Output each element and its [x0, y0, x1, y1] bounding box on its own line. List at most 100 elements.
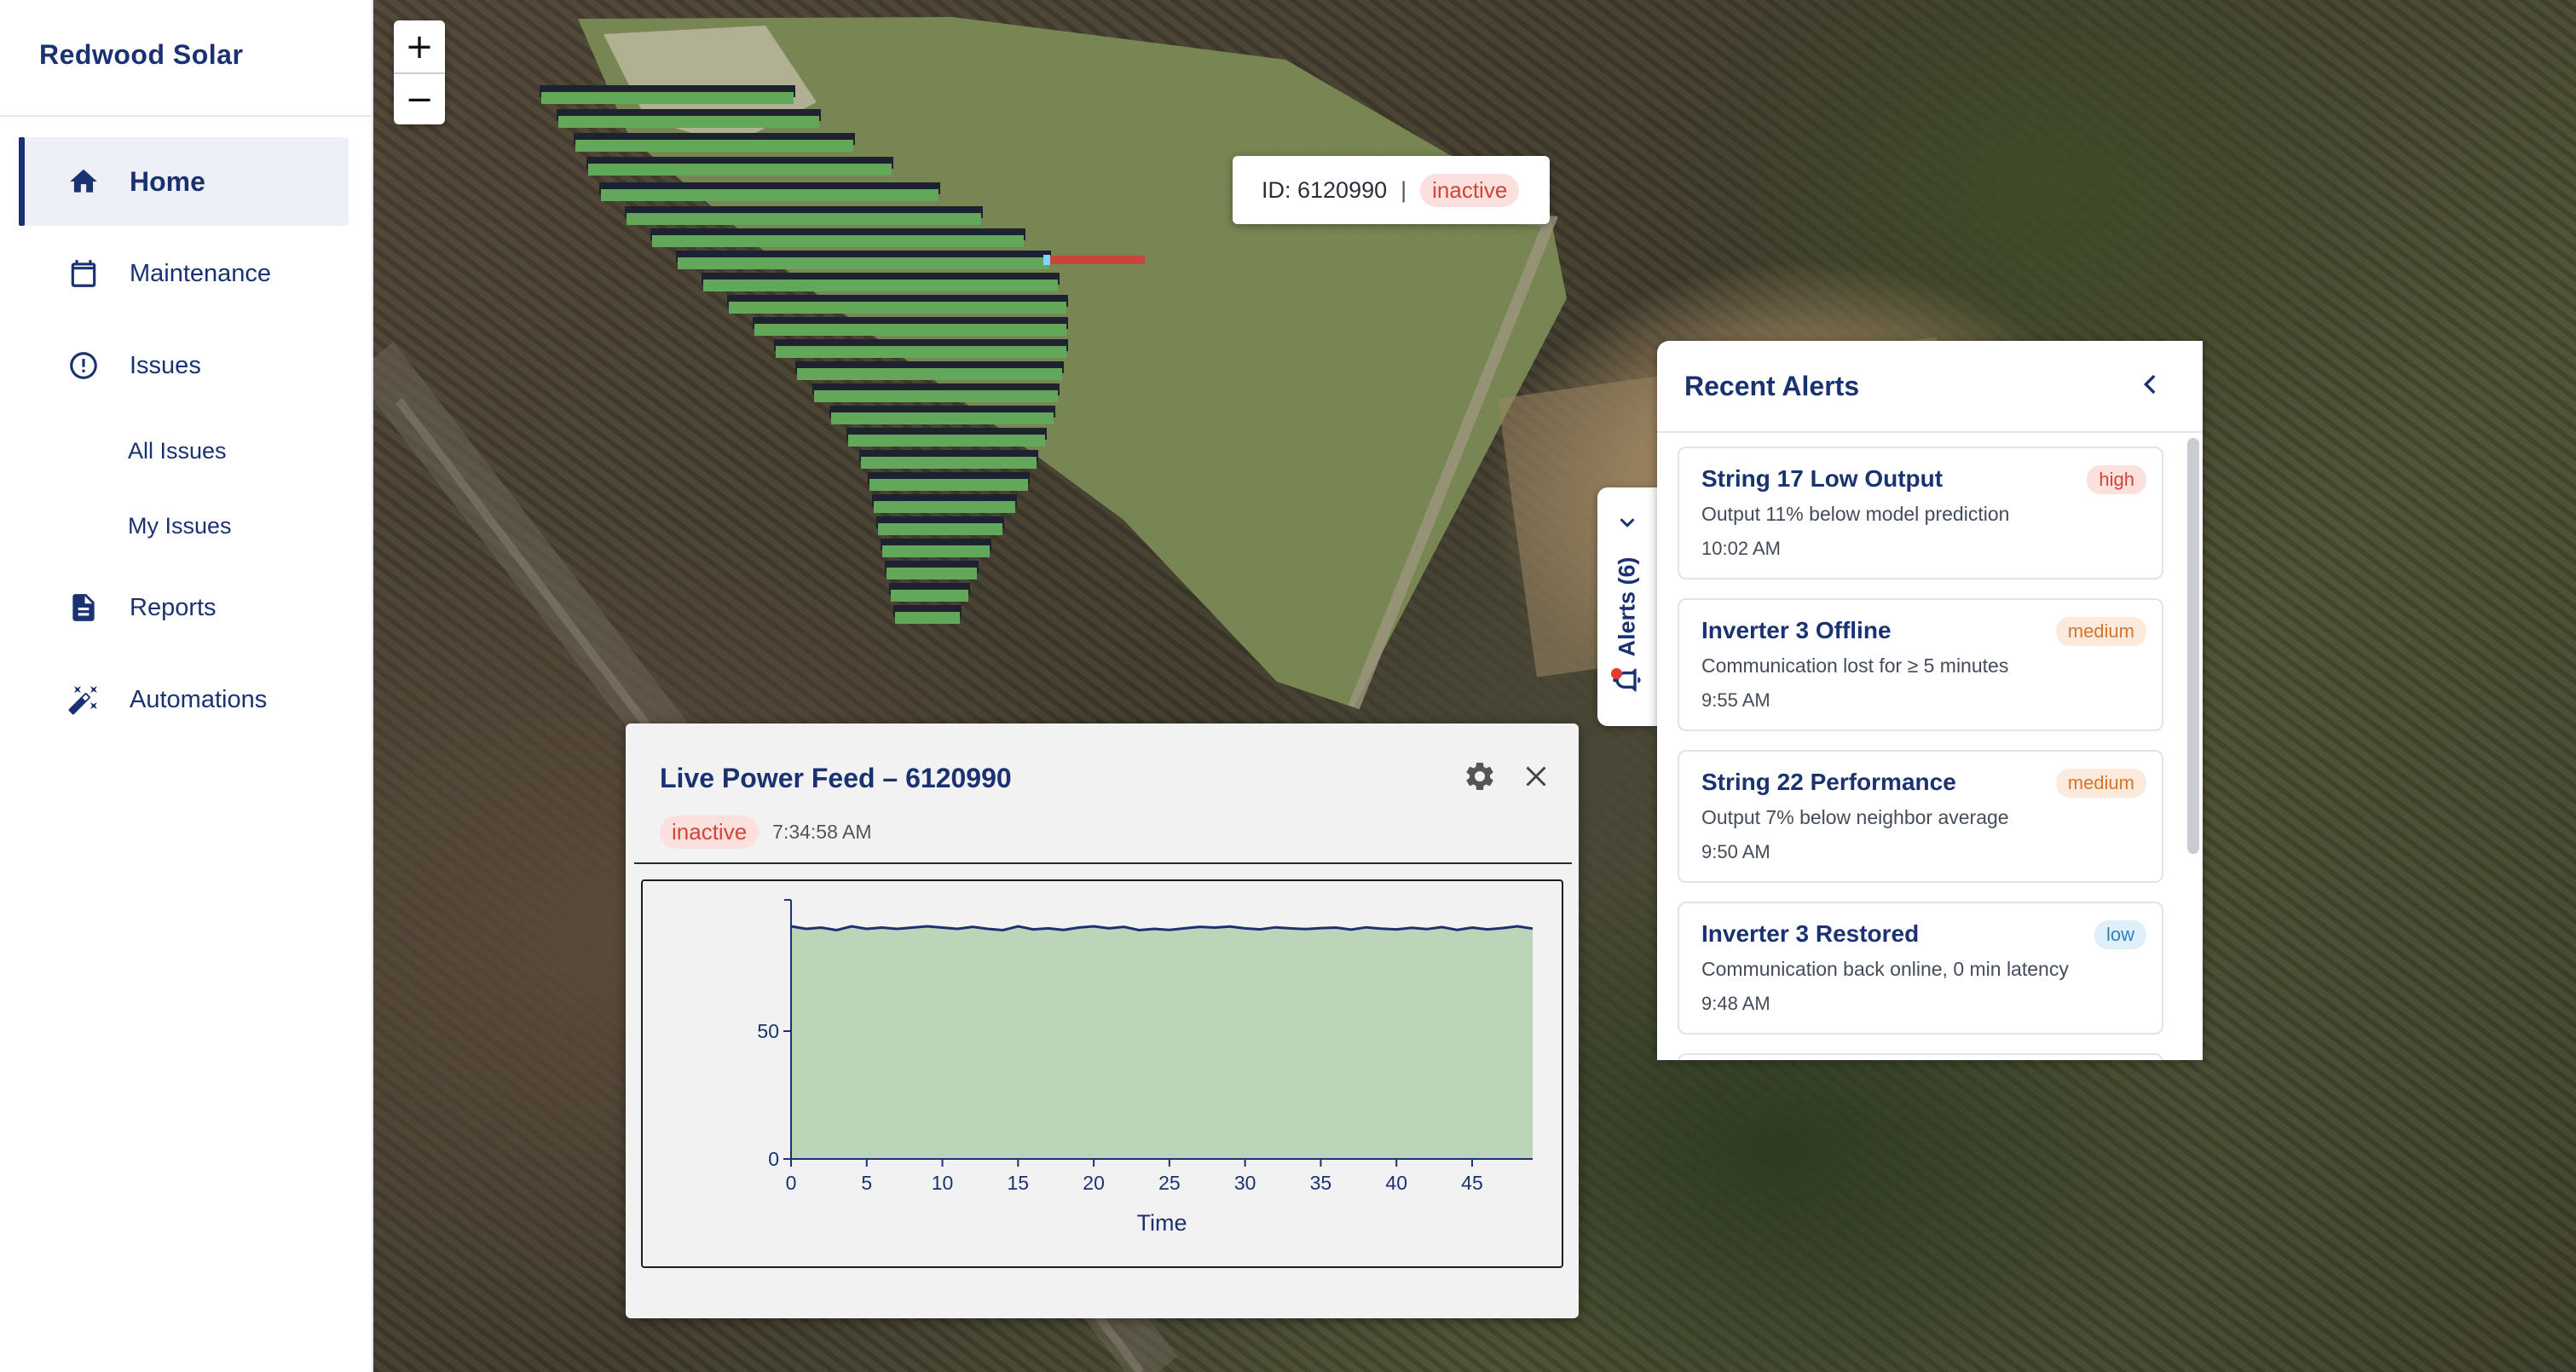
- sidebar-item-label: Maintenance: [130, 259, 272, 287]
- panel-row[interactable]: [703, 280, 1058, 291]
- x-tick-label: 5: [861, 1172, 872, 1194]
- feed-timestamp: 7:34:58 AM: [772, 821, 872, 843]
- alert-description: Output 11% below model prediction: [1701, 503, 2010, 525]
- recent-alerts-panel: Recent Alerts String 17 Low Output high …: [1657, 341, 2203, 1060]
- severity-badge: medium: [2055, 769, 2146, 798]
- panel-row[interactable]: [891, 590, 968, 602]
- panel-row[interactable]: [776, 346, 1066, 358]
- divider: [634, 862, 1572, 864]
- y-tick-label: 50: [757, 1020, 779, 1042]
- panel-row[interactable]: [652, 235, 1024, 247]
- panel-row[interactable]: [887, 568, 977, 579]
- sidebar-item-maintenance[interactable]: Maintenance: [19, 229, 349, 318]
- panel-id: ID: 6120990: [1262, 176, 1388, 203]
- live-power-feed-panel: Live Power Feed – 6120990 inactive 7:34:…: [626, 723, 1579, 1318]
- sidebar-nav: Home Maintenance Issues All Issues My Is…: [0, 117, 372, 744]
- sidebar-item-issues[interactable]: Issues: [19, 321, 349, 410]
- sidebar: Redwood Solar Home Maintenance Issues Al…: [0, 0, 373, 1372]
- panel-row[interactable]: [558, 116, 819, 128]
- chevron-down-icon: [1620, 518, 1635, 527]
- panel-row[interactable]: [878, 523, 1002, 535]
- severity-badge: low: [2094, 920, 2146, 949]
- panel-row[interactable]: [754, 324, 1066, 336]
- alerts-list: String 17 Low Output high Output 11% bel…: [1657, 433, 2203, 1060]
- alert-card[interactable]: Inverter 3 Restored low Communication ba…: [1678, 902, 2163, 1035]
- severity-badge: medium: [2055, 617, 2146, 646]
- sidebar-item-all-issues[interactable]: All Issues: [0, 413, 372, 488]
- sidebar-item-reports[interactable]: Reports: [19, 563, 349, 652]
- y-tick-label: 0: [768, 1148, 779, 1170]
- calendar-icon: [66, 257, 101, 291]
- panel-row[interactable]: [797, 368, 1062, 380]
- alert-time: 9:50 AM: [1701, 841, 1770, 862]
- x-tick-label: 15: [1008, 1172, 1030, 1194]
- alert-title: Inverter 3 Restored: [1701, 920, 1920, 947]
- status-badge: inactive: [1420, 173, 1520, 207]
- panel-row[interactable]: [627, 213, 981, 225]
- feed-status-row: inactive 7:34:58 AM: [660, 816, 872, 849]
- sidebar-item-label: Issues: [130, 351, 201, 379]
- x-tick-label: 0: [786, 1172, 797, 1194]
- panel-row[interactable]: [575, 140, 853, 152]
- panel-row[interactable]: [729, 302, 1066, 314]
- feed-title: Live Power Feed – 6120990: [660, 763, 1012, 793]
- sidebar-item-home[interactable]: Home: [19, 137, 349, 226]
- document-icon: [66, 591, 101, 625]
- notification-dot: [1611, 668, 1622, 679]
- status-badge: inactive: [660, 816, 760, 849]
- panel-row[interactable]: [678, 257, 1049, 269]
- alert-time: 9:48 AM: [1701, 993, 1770, 1014]
- selected-panel-marker: [1043, 255, 1050, 265]
- power-chart: 0 5 10 15 20 25 30 35 40 45 0 50 Time: [641, 879, 1563, 1268]
- alert-description: Output 7% below neighbor average: [1701, 806, 2009, 828]
- x-axis-label: Time: [1137, 1210, 1187, 1236]
- app-title: Redwood Solar: [0, 0, 372, 117]
- x-tick-label: 10: [932, 1172, 954, 1194]
- alert-card[interactable]: Inverter 3 Offline medium Communication …: [1678, 598, 2163, 731]
- magic-wand-icon: [66, 683, 101, 717]
- gear-icon[interactable]: [1463, 759, 1497, 793]
- x-tick-label: 40: [1385, 1172, 1407, 1194]
- panel-row[interactable]: [848, 435, 1045, 447]
- selected-panel-row[interactable]: [1047, 256, 1145, 264]
- alert-card[interactable]: String 22 Performance medium Output 7% b…: [1678, 750, 2163, 883]
- panel-row[interactable]: [601, 189, 939, 201]
- zoom-out-button[interactable]: −: [394, 72, 445, 124]
- alert-circle-icon: [66, 349, 101, 383]
- x-tick-label: 45: [1461, 1172, 1483, 1194]
- power-chart-svg: 0 5 10 15 20 25 30 35 40 45 0 50 Time: [757, 899, 1533, 1236]
- panel-row[interactable]: [861, 457, 1037, 469]
- close-icon[interactable]: [1521, 761, 1551, 792]
- panel-tooltip: ID: 6120990 | inactive: [1233, 156, 1551, 224]
- alerts-panel-title: Recent Alerts: [1684, 370, 1860, 401]
- alert-description: Communication lost for ≥ 5 minutes: [1701, 654, 2009, 677]
- series-line: [790, 925, 1533, 932]
- sidebar-item-automations[interactable]: Automations: [19, 655, 349, 744]
- alerts-panel-header: Recent Alerts: [1657, 341, 2203, 433]
- zoom-in-button[interactable]: +: [394, 20, 445, 72]
- alert-time: 10:02 AM: [1701, 538, 1781, 559]
- x-tick-label: 25: [1158, 1172, 1181, 1194]
- area-fill: [791, 926, 1533, 1159]
- x-tick-label: 30: [1234, 1172, 1256, 1194]
- alerts-scrollbar[interactable]: [2187, 438, 2199, 854]
- sidebar-item-label: Automations: [130, 685, 268, 713]
- x-tick-label: 20: [1083, 1172, 1105, 1194]
- panel-row[interactable]: [874, 501, 1015, 513]
- panel-row[interactable]: [831, 412, 1054, 424]
- panel-row[interactable]: [895, 612, 960, 624]
- panel-row[interactable]: [869, 479, 1028, 491]
- panel-row[interactable]: [882, 545, 990, 557]
- alert-card[interactable]: String 17 Low Output high Output 11% bel…: [1678, 447, 2163, 579]
- alerts-tab-label: Alerts (6): [1614, 556, 1640, 657]
- sidebar-item-my-issues[interactable]: My Issues: [0, 488, 372, 563]
- alerts-tab[interactable]: Alerts (6): [1597, 487, 1657, 726]
- panel-row[interactable]: [814, 390, 1058, 402]
- chevron-left-icon: [2143, 374, 2156, 394]
- panel-row[interactable]: [541, 92, 794, 104]
- sidebar-item-label: Home: [130, 165, 205, 197]
- alert-card[interactable]: [1678, 1053, 2163, 1060]
- collapse-panel-button[interactable]: [2136, 370, 2165, 403]
- severity-badge: high: [2087, 465, 2146, 494]
- panel-row[interactable]: [588, 164, 892, 176]
